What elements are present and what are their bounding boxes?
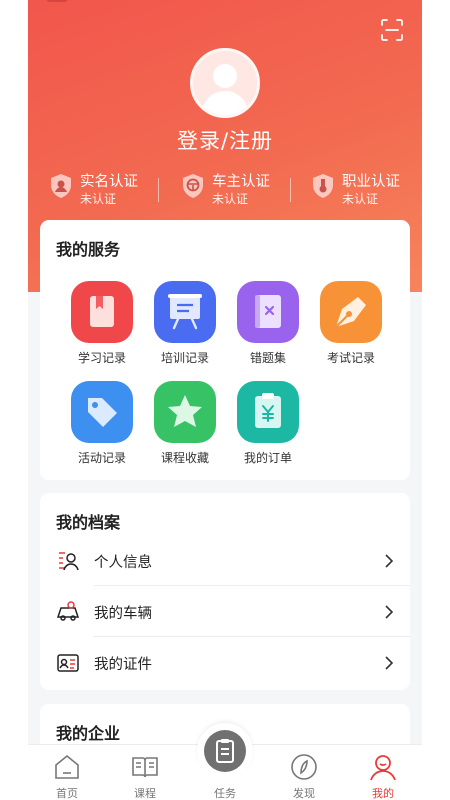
avatar-placeholder-icon [201, 64, 249, 115]
service-tile [71, 381, 133, 443]
personal-info-icon [59, 552, 79, 571]
service-course-favorites[interactable]: 课程收藏 [143, 381, 227, 477]
profile-screen: 登录/注册 实名认证 未认证 车主认证 未认证 职业认证 未认证 我的服务 学习… [28, 0, 422, 800]
chevron-right-icon [385, 554, 394, 568]
certification-bar: 实名认证 未认证 车主认证 未认证 职业认证 未认证 [28, 168, 422, 212]
car-shield-icon [183, 174, 203, 198]
cert-title: 实名认证 [80, 174, 138, 190]
status-indicator [46, 0, 68, 2]
archive-row-documents[interactable]: 我的证件 [40, 638, 410, 688]
service-label: 学习记录 [77, 351, 126, 365]
cert-status: 未认证 [212, 192, 249, 206]
cert-title: 职业认证 [342, 174, 400, 190]
divider [94, 585, 410, 586]
cert-title: 车主认证 [212, 174, 270, 190]
service-label: 考试记录 [326, 351, 375, 365]
row-label: 个人信息 [94, 555, 152, 571]
services-title: 我的服务 [56, 240, 121, 259]
service-label: 我的订单 [243, 451, 292, 465]
service-exam-record[interactable]: 考试记录 [309, 281, 393, 377]
easel-icon [168, 294, 202, 330]
tab-label: 首页 [56, 787, 78, 800]
tab-discover[interactable]: 发现 [265, 745, 343, 800]
service-tile [320, 281, 382, 343]
service-my-orders[interactable]: 我的订单 [226, 381, 310, 477]
phone-frame: 登录/注册 实名认证 未认证 车主认证 未认证 职业认证 未认证 我的服务 学习… [0, 0, 450, 800]
tab-label: 发现 [293, 787, 315, 800]
tab-label: 课程 [134, 787, 156, 800]
id-card-icon [57, 654, 79, 672]
service-label: 错题集 [249, 351, 286, 365]
enterprise-title: 我的企业 [56, 724, 121, 743]
service-tile [154, 281, 216, 343]
bottom-tab-bar: 首页 课程 任务 发现 我的 [28, 723, 422, 800]
tab-courses[interactable]: 课程 [106, 745, 184, 800]
archives-card: 我的档案 个人信息 我的车辆 我的证件 [40, 493, 410, 690]
service-training-record[interactable]: 培训记录 [143, 281, 227, 377]
services-card: 我的服务 学习记录 培训记录 错题集 考试记录 活动记录 课程收藏 我的订单 [40, 220, 410, 480]
row-label: 我的证件 [94, 657, 152, 673]
service-study-record[interactable]: 学习记录 [60, 281, 144, 377]
tab-home[interactable]: 首页 [28, 745, 106, 800]
login-register-link[interactable]: 登录/注册 [28, 125, 422, 155]
service-tile [71, 281, 133, 343]
chevron-right-icon [385, 656, 394, 670]
cert-status: 未认证 [80, 192, 117, 206]
avatar[interactable] [190, 48, 260, 118]
tab-label: 我的 [372, 787, 394, 800]
bookmark-icon [90, 296, 114, 327]
compass-icon [291, 754, 317, 780]
tag-icon [88, 398, 117, 427]
archives-title: 我的档案 [56, 513, 121, 532]
archive-row-personal-info[interactable]: 个人信息 [40, 536, 410, 586]
tab-label: 任务 [214, 787, 236, 800]
service-tile [237, 281, 299, 343]
pen-nib-icon [335, 297, 366, 328]
medal-icon [313, 174, 333, 198]
vehicle-icon [56, 601, 80, 621]
scan-icon[interactable] [380, 18, 404, 42]
cert-status: 未认证 [342, 192, 379, 206]
service-label: 活动记录 [77, 451, 126, 465]
user-badge-icon [51, 174, 71, 198]
row-label: 我的车辆 [94, 606, 152, 622]
wrong-book-icon [255, 295, 281, 328]
service-label: 课程收藏 [160, 451, 209, 465]
tab-tasks[interactable]: 任务 [186, 745, 264, 800]
archive-row-vehicles[interactable]: 我的车辆 [40, 587, 410, 637]
home-icon [55, 754, 79, 779]
divider [94, 636, 410, 637]
book-icon [132, 757, 158, 778]
chevron-right-icon [385, 605, 394, 619]
divider [290, 178, 291, 202]
tab-me[interactable]: 我的 [344, 745, 422, 800]
service-label: 培训记录 [160, 351, 209, 365]
service-tile [154, 381, 216, 443]
service-tile [237, 381, 299, 443]
divider [158, 178, 159, 202]
order-clipboard-icon [255, 393, 281, 428]
profile-icon [370, 755, 396, 781]
service-activity-record[interactable]: 活动记录 [60, 381, 144, 477]
star-icon [168, 395, 202, 427]
service-wrong-questions[interactable]: 错题集 [226, 281, 310, 377]
